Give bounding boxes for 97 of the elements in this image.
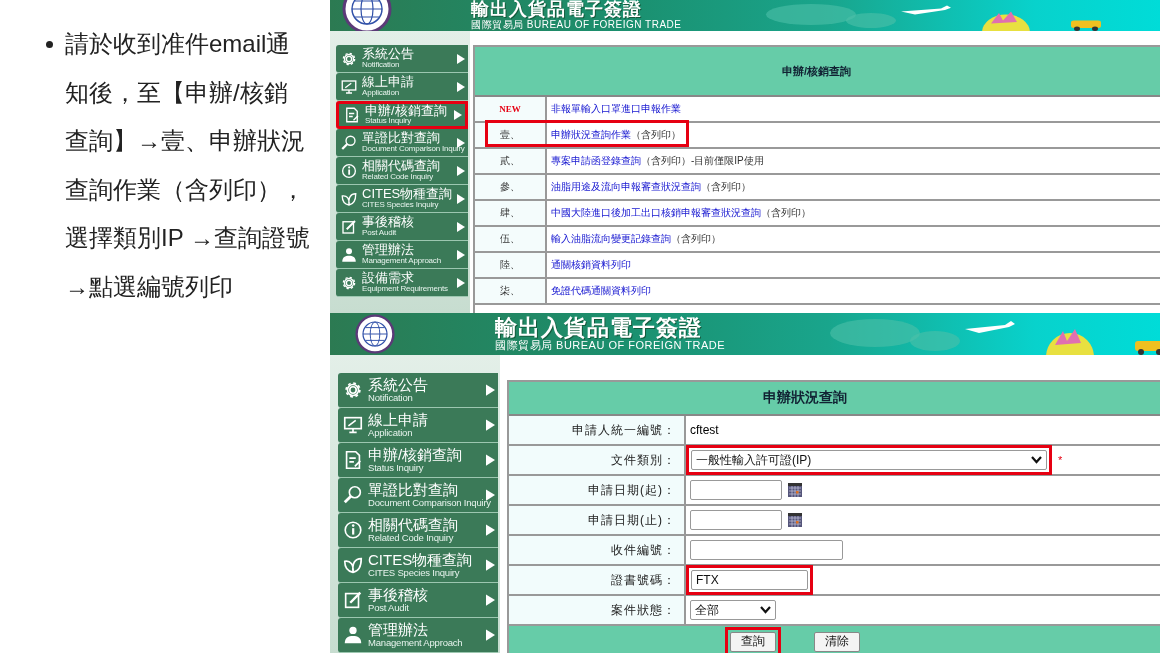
monitor-icon: [340, 77, 358, 96]
item-number: 參、: [500, 180, 520, 194]
sidebar-item[interactable]: 申辦/核銷查詢 Status Inquiry: [336, 101, 468, 129]
menu-link[interactable]: 申辦狀況查詢作業: [551, 128, 631, 142]
search-icon: [342, 484, 364, 506]
arrow-icon: [457, 221, 465, 232]
arrow-icon: [457, 53, 465, 64]
menu-link[interactable]: 專案申請函登錄查詢: [551, 154, 641, 168]
site-subtitle: 國際貿易局 BUREAU OF FOREIGN TRADE: [471, 18, 682, 30]
logo-icon: [353, 314, 397, 354]
sidebar-item[interactable]: 事後稽核 Post Audit: [338, 583, 498, 618]
site-title: 輸出入貨品電子簽證: [495, 316, 703, 340]
input-field[interactable]: [690, 480, 782, 500]
arrow-icon: [457, 193, 465, 204]
menu-link[interactable]: 輸入油脂流向變更記錄查詢: [551, 232, 671, 246]
arrow-icon: [457, 249, 465, 260]
item-number: 柒、: [500, 284, 520, 298]
field-value: cftest: [690, 423, 719, 437]
dropdown[interactable]: 全部: [690, 600, 776, 620]
input-field[interactable]: [690, 510, 782, 530]
arrow-icon: [486, 384, 495, 396]
sidebar-item[interactable]: 設備需求 Equipment Requirements: [336, 269, 468, 297]
instruction-text: 請於收到准件email通 知後，至【申辦/核銷 查詢】→壹、申辦狀況 查詢作業（含列印）， 選擇類別IP →查詢證號 →點選編號列印: [65, 29, 310, 302]
arrow-icon: [486, 419, 495, 431]
sidebar-item[interactable]: 單證比對查詢 Document Comparison Inquiry: [336, 129, 468, 157]
gear-icon: [342, 379, 364, 401]
sidebar-item[interactable]: 系統公告 Notification: [338, 373, 498, 408]
item-number: 陸、: [500, 258, 520, 272]
required-mark: *: [1058, 454, 1063, 466]
sidebar-item[interactable]: 管理辦法 Management Approach: [336, 241, 468, 269]
field-label: 文件類別：: [509, 446, 686, 474]
arrow-icon: [486, 454, 495, 466]
dropdown[interactable]: 一般性輸入許可證(IP): [691, 450, 1047, 470]
sidebar-item[interactable]: 線上申請 Application: [338, 408, 498, 443]
field-label: 案件狀態：: [509, 596, 686, 624]
menu-link[interactable]: 油脂用途及流向申報審查狀況查詢: [551, 180, 701, 194]
input-field[interactable]: [690, 540, 843, 560]
arrow-icon: [457, 277, 465, 288]
panel-header: 申辦/核銷查詢: [475, 47, 1160, 97]
monitor-icon: [342, 414, 364, 436]
site-title: 輸出入貨品電子簽證: [471, 0, 643, 19]
sidebar-item[interactable]: 管理辦法 Management Approach: [338, 618, 498, 653]
arrow-icon: [486, 489, 495, 501]
sidebar-item[interactable]: 相關代碼查詢 Related Code Inquiry: [336, 157, 468, 185]
calendar-icon[interactable]: [788, 513, 802, 527]
menu-link[interactable]: 非報單輸入口罩進口申報作業: [551, 102, 681, 116]
item-number: 肆、: [500, 206, 520, 220]
sidebar-item[interactable]: CITES物種查詢 CITES Species Inquiry: [338, 548, 498, 583]
sidebar-item[interactable]: 申辦/核銷查詢 Status Inquiry: [338, 443, 498, 478]
form-header: 申辦狀況查詢: [509, 382, 1160, 416]
person-icon: [342, 624, 364, 646]
menu-link[interactable]: 通關核銷資料列印: [551, 258, 631, 272]
pencil-icon: [340, 217, 358, 236]
field-label: 收件編號：: [509, 536, 686, 564]
new-label: NEW: [499, 104, 521, 114]
field-label: 申請日期(止)：: [509, 506, 686, 534]
field-label: 申請人統一編號：: [509, 416, 686, 444]
form-button[interactable]: 查詢: [729, 631, 776, 652]
menu-link[interactable]: 免證代碼通關資料列印: [551, 284, 651, 298]
document-icon: [343, 106, 361, 124]
field-label: 證書號碼：: [509, 566, 686, 594]
note-text: （含列印）: [701, 180, 751, 194]
pencil-icon: [342, 589, 364, 611]
arrow-icon: [486, 559, 495, 571]
arrow-icon: [457, 81, 465, 92]
item-number: 伍、: [500, 232, 520, 246]
arrow-icon: [457, 137, 465, 148]
arrow-icon: [486, 594, 495, 606]
arrow-icon: [486, 629, 495, 641]
item-number: 貳、: [500, 154, 520, 168]
note-text: （含列印）: [631, 128, 681, 142]
field-label: 申請日期(起)：: [509, 476, 686, 504]
chevron-icon: [1031, 456, 1042, 464]
chevron-icon: [760, 606, 771, 614]
item-number: 壹、: [500, 128, 520, 142]
bullet-icon: [46, 41, 53, 48]
sidebar-item[interactable]: CITES物種查詢 CITES Species Inquiry: [336, 185, 468, 213]
note-text: （含列印）: [671, 232, 721, 246]
person-icon: [340, 245, 358, 264]
form-button[interactable]: 清除: [813, 631, 860, 652]
search-icon: [340, 133, 358, 152]
menu-link[interactable]: 中國大陸進口後加工出口核銷申報審查狀況查詢: [551, 206, 761, 220]
note-text: （含列印）: [761, 206, 811, 220]
sidebar-item[interactable]: 事後稽核 Post Audit: [336, 213, 468, 241]
arrow-icon: [457, 165, 465, 176]
info-icon: [342, 519, 364, 541]
input-field[interactable]: FTX: [691, 570, 808, 590]
calendar-icon[interactable]: [788, 483, 802, 497]
arrow-icon: [486, 524, 495, 536]
sidebar-item[interactable]: 系統公告 Notification: [336, 45, 468, 73]
site-subtitle: 國際貿易局 BUREAU OF FOREIGN TRADE: [495, 339, 726, 352]
sidebar-item[interactable]: 線上申請 Application: [336, 73, 468, 101]
arrow-icon: [454, 110, 462, 120]
sidebar-item[interactable]: 相關代碼查詢 Related Code Inquiry: [338, 513, 498, 548]
sidebar-item[interactable]: 單證比對查詢 Document Comparison Inquiry: [338, 478, 498, 513]
note-text: （含列印）-目前僅限IP使用: [641, 154, 764, 168]
info-icon: [340, 161, 358, 180]
